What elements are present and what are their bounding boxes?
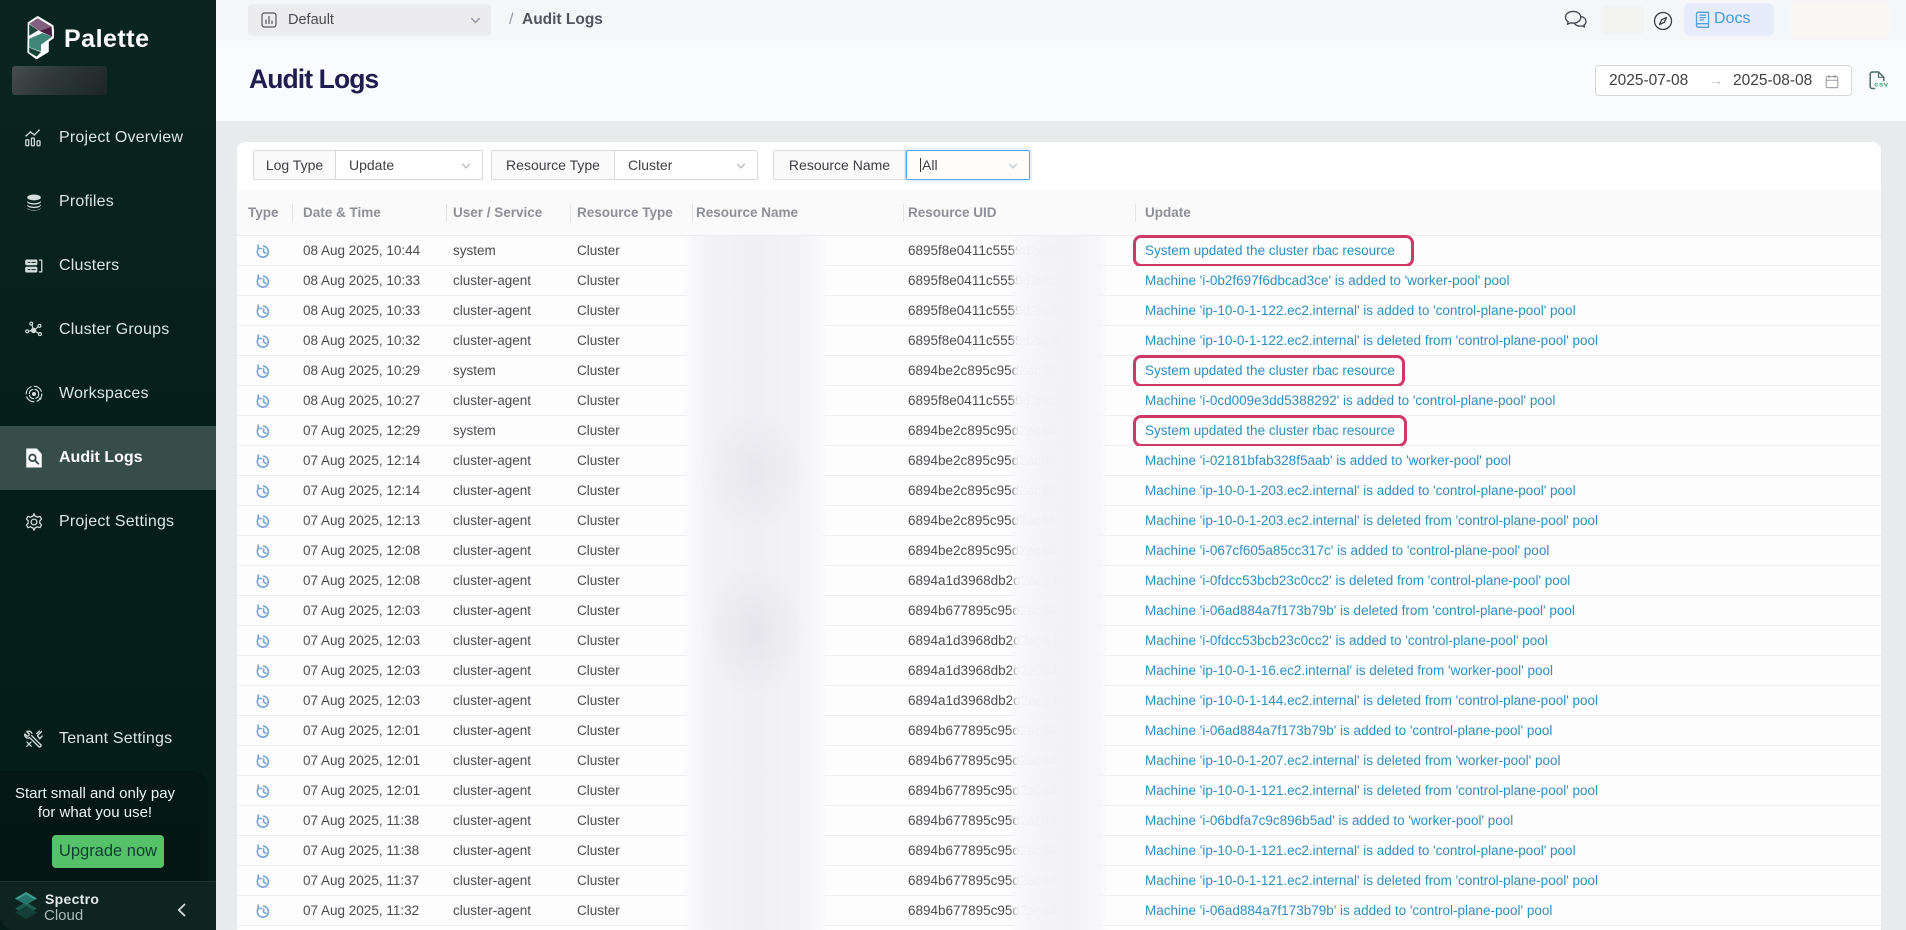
- svg-text:csv: csv: [1874, 80, 1889, 88]
